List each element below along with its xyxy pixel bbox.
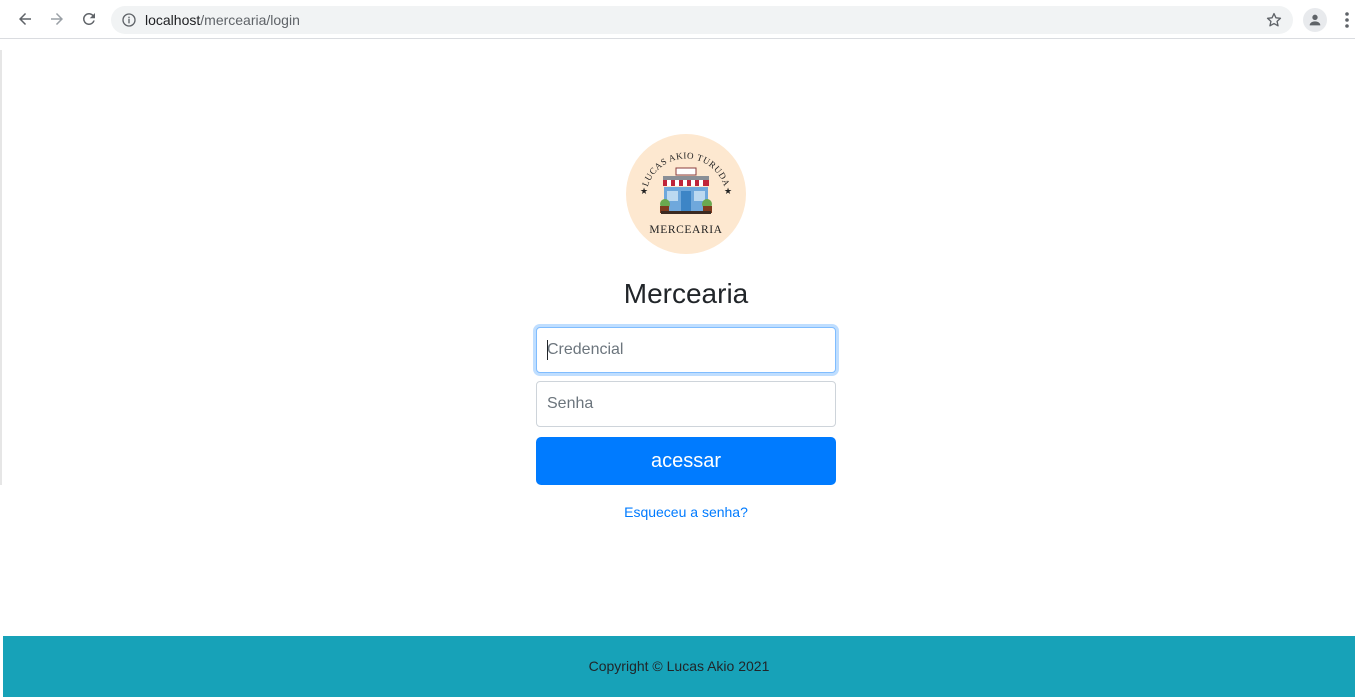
back-button[interactable] bbox=[12, 6, 38, 32]
person-icon bbox=[1309, 14, 1321, 26]
submit-button[interactable]: acessar bbox=[536, 437, 836, 485]
browser-toolbar: localhost/mercearia/login bbox=[0, 0, 1355, 39]
copyright-text: Copyright © Lucas Akio 2021 bbox=[588, 658, 770, 674]
profile-button[interactable] bbox=[1303, 8, 1327, 32]
logo-name-text: MERCEARIA bbox=[649, 224, 722, 236]
svg-text:★: ★ bbox=[640, 187, 648, 197]
url-text[interactable]: localhost/mercearia/login bbox=[145, 12, 300, 28]
address-bar[interactable]: localhost/mercearia/login bbox=[111, 6, 1293, 34]
svg-text:★: ★ bbox=[724, 187, 732, 197]
arrow-forward-icon bbox=[51, 13, 63, 25]
password-input[interactable] bbox=[536, 381, 836, 427]
reload-icon bbox=[82, 12, 95, 25]
url-path: /mercearia/login bbox=[200, 12, 300, 28]
page-edge bbox=[0, 50, 2, 485]
page-title: Mercearia bbox=[623, 278, 749, 309]
info-icon[interactable] bbox=[121, 12, 137, 28]
star-icon[interactable] bbox=[1265, 11, 1283, 29]
footer: Copyright © Lucas Akio 2021 bbox=[3, 636, 1355, 697]
text-caret bbox=[547, 340, 548, 360]
url-host: localhost bbox=[145, 12, 201, 28]
credential-input[interactable] bbox=[536, 327, 836, 373]
arrow-back-icon bbox=[19, 13, 31, 25]
kebab-menu-icon bbox=[1345, 12, 1349, 28]
browser-menu-button[interactable] bbox=[1339, 8, 1355, 32]
forgot-password-link[interactable]: Esqueceu a senha? bbox=[536, 504, 836, 520]
reload-button[interactable] bbox=[76, 6, 102, 32]
forward-button[interactable] bbox=[44, 6, 70, 32]
store-logo: LUCAS AKIO TURUDA ★ ★ MERCEARIA bbox=[626, 134, 746, 254]
